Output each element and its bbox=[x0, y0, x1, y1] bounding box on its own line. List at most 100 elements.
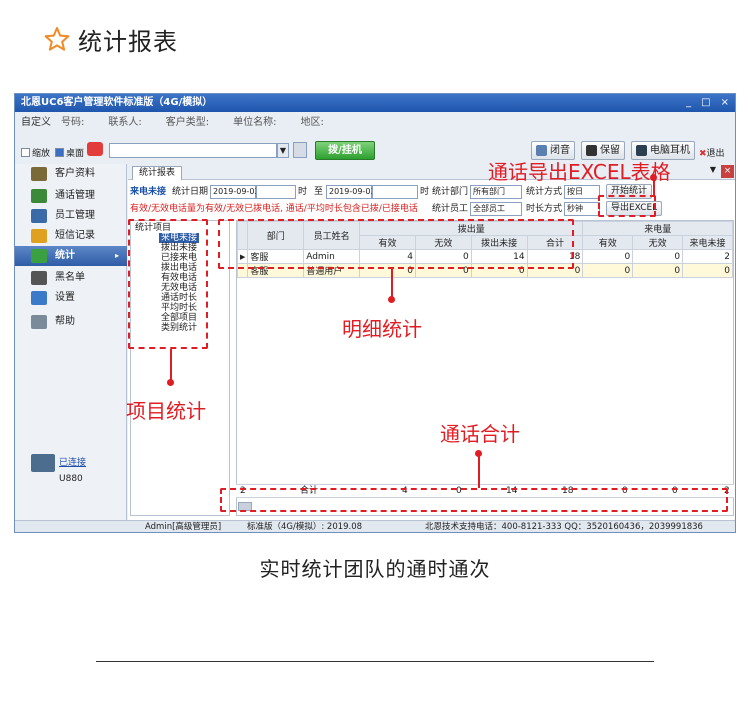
hour-label: 时 bbox=[298, 187, 308, 197]
table-cell: 0 bbox=[582, 263, 634, 278]
hour-to-input[interactable] bbox=[372, 185, 418, 199]
status-support: 北恩技术支持电话：400-8121-333 QQ：3520160436，2039… bbox=[425, 522, 703, 532]
sidebar-item-blacklist[interactable]: 黑名单 bbox=[15, 268, 127, 288]
dial-dropdown-button[interactable]: ▼ bbox=[277, 143, 289, 158]
star-icon bbox=[44, 27, 70, 51]
totals-leader-dot bbox=[475, 450, 482, 457]
totals-highlight bbox=[220, 488, 728, 512]
envelope-icon bbox=[31, 229, 47, 243]
headphones-icon bbox=[586, 145, 597, 156]
zoom-checkbox[interactable]: 缩放 bbox=[21, 146, 50, 159]
maximize-button[interactable]: □ bbox=[701, 94, 710, 112]
customers-icon bbox=[31, 167, 47, 181]
window-title: 北恩UC6客户管理软件标准版（4G/模拟） bbox=[21, 97, 213, 108]
desktop-checkbox[interactable]: 桌面 bbox=[55, 146, 84, 159]
table-cell: 0 bbox=[632, 263, 684, 278]
connection-status[interactable]: 已连接 bbox=[59, 455, 86, 468]
column-header[interactable]: 无效 bbox=[632, 235, 684, 250]
tab-dropdown-icon[interactable]: ▼ bbox=[710, 165, 716, 174]
duration-select[interactable]: 秒钟 bbox=[564, 202, 600, 216]
dial-hangup-button[interactable]: 拨/挂机 bbox=[315, 141, 375, 160]
device-model: U880 bbox=[59, 474, 83, 484]
sidebar-item-calls[interactable]: 通话管理 bbox=[15, 186, 127, 206]
contact-field-label: 联系人: bbox=[108, 117, 142, 128]
report-item-title: 来电未接 bbox=[130, 187, 167, 197]
sidebar-item-label: 员工管理 bbox=[55, 210, 95, 221]
device-connected-icon bbox=[31, 454, 55, 472]
table-cell: 2 bbox=[682, 249, 733, 264]
items-highlight bbox=[128, 219, 208, 349]
sidebar: 客户资料 通话管理 员工管理 短信记录 统计 ▸ 黑名单 设置 帮助 已连接 U… bbox=[15, 164, 127, 520]
date-to-input[interactable]: 2019-09-03 bbox=[326, 185, 376, 199]
window-controls: _ □ × bbox=[686, 94, 729, 112]
zoom-checkbox-box[interactable] bbox=[21, 148, 30, 157]
sidebar-item-settings[interactable]: 设置 bbox=[15, 288, 127, 308]
annotation-item-stats: 项目统计 bbox=[126, 399, 206, 423]
custom-label[interactable]: 自定义 bbox=[21, 114, 51, 132]
sidebar-item-help[interactable]: 帮助 bbox=[15, 312, 127, 332]
column-header[interactable]: 来电未接 bbox=[682, 235, 733, 250]
report-panel: 统计报表 ▼ × 来电未接 统计日期 2019-09-03 时 至 2019-0… bbox=[128, 164, 735, 520]
annotation-call-totals: 通话合计 bbox=[440, 422, 520, 446]
annotation-detail-stats: 明细统计 bbox=[342, 317, 422, 341]
staff-select[interactable]: 全部员工 bbox=[470, 202, 522, 216]
sidebar-item-sms[interactable]: 短信记录 bbox=[15, 226, 127, 246]
company-field-label: 单位名称: bbox=[233, 117, 277, 128]
number-field-label: 号码: bbox=[61, 117, 85, 128]
close-button[interactable]: × bbox=[721, 94, 729, 112]
tab-statistics-report[interactable]: 统计报表 bbox=[132, 166, 183, 180]
window-titlebar: 北恩UC6客户管理软件标准版（4G/模拟） bbox=[15, 94, 735, 112]
column-group-header: 来电量 bbox=[582, 221, 733, 236]
tab-close-button[interactable]: × bbox=[721, 165, 734, 178]
table-cell: 0 bbox=[582, 249, 634, 264]
totals-leader-line bbox=[478, 454, 480, 488]
date-from-input[interactable]: 2019-09-03 bbox=[210, 185, 260, 199]
microphone-icon bbox=[536, 145, 547, 156]
dept-select[interactable]: 所有部门 bbox=[470, 185, 522, 199]
sidebar-item-label: 短信记录 bbox=[55, 230, 95, 241]
duration-label: 时长方式 bbox=[526, 204, 563, 214]
detail-highlight bbox=[218, 219, 574, 269]
caption: 实时统计团队的通时通次 bbox=[259, 557, 491, 581]
status-user: Admin[高级管理员] bbox=[145, 522, 222, 532]
help-icon bbox=[31, 315, 47, 329]
customer-type-field-label: 客户类型: bbox=[165, 117, 210, 128]
caller-info-bar: 自定义 号码: 联系人: 客户类型: 单位名称: 地区: bbox=[15, 114, 735, 132]
sidebar-item-staff[interactable]: 员工管理 bbox=[15, 206, 127, 226]
sidebar-item-label: 统计 bbox=[55, 250, 75, 261]
divider-line bbox=[96, 661, 654, 662]
blacklist-icon bbox=[31, 271, 47, 285]
headset-icon bbox=[636, 145, 647, 156]
phone-icon bbox=[87, 142, 103, 156]
sidebar-item-statistics[interactable]: 统计 ▸ bbox=[15, 246, 127, 266]
chevron-right-icon: ▸ bbox=[114, 251, 119, 260]
zoom-label: 缩放 bbox=[32, 149, 51, 159]
sidebar-item-customers[interactable]: 客户资料 bbox=[15, 164, 127, 184]
export-highlight bbox=[598, 195, 656, 217]
date-label: 统计日期 bbox=[172, 187, 209, 197]
exit-label: 退出 bbox=[706, 149, 725, 159]
to-label: 至 bbox=[314, 187, 324, 197]
keypad-icon[interactable] bbox=[293, 142, 307, 158]
desktop-checkbox-box[interactable] bbox=[55, 148, 64, 157]
column-header[interactable]: 有效 bbox=[582, 235, 634, 250]
table-cell: 0 bbox=[632, 249, 684, 264]
status-bar: Admin[高级管理员] 标准版（4G/模拟）: 2019.08 北恩技术支持电… bbox=[15, 520, 735, 532]
hour-from-input[interactable] bbox=[256, 185, 296, 199]
annotation-export-excel: 通话导出EXCEL表格 bbox=[488, 160, 671, 184]
minimize-button[interactable]: _ bbox=[686, 94, 691, 112]
bar-chart-icon bbox=[31, 249, 47, 263]
table-cell: 0 bbox=[682, 263, 733, 278]
items-leader-dot bbox=[167, 379, 174, 386]
dial-number-input[interactable] bbox=[109, 143, 277, 158]
page-title: 统计报表 bbox=[78, 27, 178, 56]
method-select[interactable]: 按日 bbox=[564, 185, 600, 199]
items-leader-line bbox=[170, 349, 172, 383]
hour-label-2: 时 bbox=[420, 187, 430, 197]
detail-leader-dot bbox=[388, 296, 395, 303]
staff-label: 统计员工 bbox=[432, 204, 469, 214]
settings-icon bbox=[31, 291, 47, 305]
exit-button[interactable]: ✖退出 bbox=[699, 146, 725, 159]
sidebar-item-label: 通话管理 bbox=[55, 190, 95, 201]
calls-icon bbox=[31, 189, 47, 203]
